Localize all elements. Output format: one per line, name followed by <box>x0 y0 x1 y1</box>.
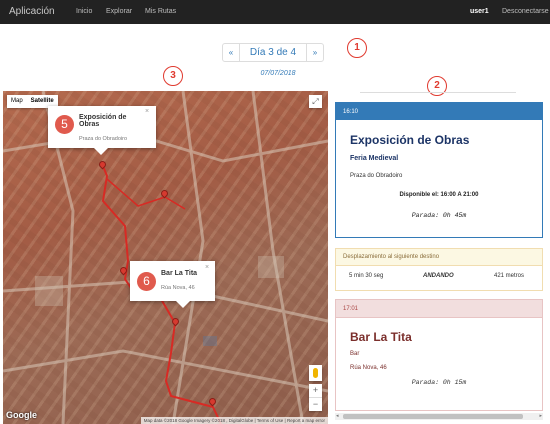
event-category: Bar <box>350 351 360 357</box>
event-category: Feria Medieval <box>350 155 399 162</box>
close-icon[interactable]: × <box>205 264 209 271</box>
nav-explorar[interactable]: Explorar <box>106 8 132 15</box>
marker-number: 6 <box>137 272 156 291</box>
fullscreen-icon[interactable]: ⤢ <box>309 95 322 108</box>
infowindow-5: 5 Exposición de Obras Praza do Obradoiro… <box>48 106 156 155</box>
brand-link[interactable]: Aplicación <box>9 6 55 17</box>
event-time: 17:01 <box>336 300 542 318</box>
google-logo: Google <box>6 410 37 420</box>
event-card-2[interactable]: 17:01 Bar La Tita Bar Rúa Nova, 46 Parad… <box>335 299 543 411</box>
marker-number: 5 <box>55 115 74 134</box>
event-time: 16:10 <box>336 103 542 120</box>
zoom-out-button[interactable]: − <box>309 398 322 411</box>
day-pager: « Día 3 de 4 » <box>222 43 324 62</box>
satellite-map[interactable]: Map Satellite ⤢ 5 Exposición de Obras Pr… <box>3 91 328 424</box>
pegman-icon[interactable] <box>309 365 322 381</box>
event-title: Bar La Tita <box>350 330 412 344</box>
travel-header: Desplazamiento al siguiente destino <box>336 249 542 266</box>
travel-mode: ANDANDO <box>423 273 454 279</box>
scroll-right-icon[interactable]: ▸ <box>539 413 542 419</box>
scroll-left-icon[interactable]: ◂ <box>336 413 339 419</box>
infowindow-subtitle: Praza do Obradoiro <box>79 136 127 142</box>
event-card-1[interactable]: 16:10 Exposición de Obras Feria Medieval… <box>335 102 543 238</box>
travel-duration: 5 min 30 seg <box>349 273 384 279</box>
event-stop-duration: Parada: 0h 15m <box>411 379 467 386</box>
infowindow-6: 6 Bar La Tita Rúa Nova, 46 × <box>130 261 215 308</box>
infowindow-title: Exposición de Obras <box>79 114 127 128</box>
map-attribution[interactable]: Map data ©2018 Google Imagery ©2018 , Di… <box>140 417 328 424</box>
day-label: Día 3 de 4 <box>249 47 297 58</box>
nav-inicio[interactable]: Inicio <box>76 8 92 15</box>
callout-3: 3 <box>163 66 183 86</box>
scrollbar-thumb[interactable] <box>343 414 523 419</box>
next-day-button[interactable]: » <box>306 44 323 61</box>
callout-1: 1 <box>347 38 367 58</box>
prev-day-button[interactable]: « <box>223 44 240 61</box>
travel-card: Desplazamiento al siguiente destino 5 mi… <box>335 248 543 291</box>
user-menu[interactable]: user1 <box>470 8 489 15</box>
callout-2: 2 <box>427 76 447 96</box>
logout-link[interactable]: Desconectarse <box>502 8 549 15</box>
nav-mis-rutas[interactable]: Mis Rutas <box>145 8 176 15</box>
date-label: 07/07/2018 <box>260 70 296 77</box>
close-icon[interactable]: × <box>145 108 149 115</box>
map-type-map[interactable]: Map <box>7 95 27 108</box>
navbar: Aplicación Inicio Explorar Mis Rutas use… <box>0 0 550 24</box>
infowindow-title: Bar La Tita <box>161 270 198 277</box>
travel-distance: 421 metros <box>494 273 525 279</box>
event-stop-duration: Parada: 0h 45m <box>411 212 467 219</box>
event-availability: Disponible el: 16:00 A 21:00 <box>399 192 479 198</box>
event-address: Rúa Nova, 46 <box>350 365 387 371</box>
event-title: Exposición de Obras <box>350 133 470 147</box>
zoom-in-button[interactable]: + <box>309 384 322 397</box>
horizontal-scrollbar[interactable]: ◂ ▸ <box>335 413 543 420</box>
zoom-control: + − <box>309 384 322 411</box>
infowindow-subtitle: Rúa Nova, 46 <box>161 285 195 291</box>
divider <box>360 92 516 93</box>
event-address: Praza do Obradoiro <box>350 173 403 179</box>
